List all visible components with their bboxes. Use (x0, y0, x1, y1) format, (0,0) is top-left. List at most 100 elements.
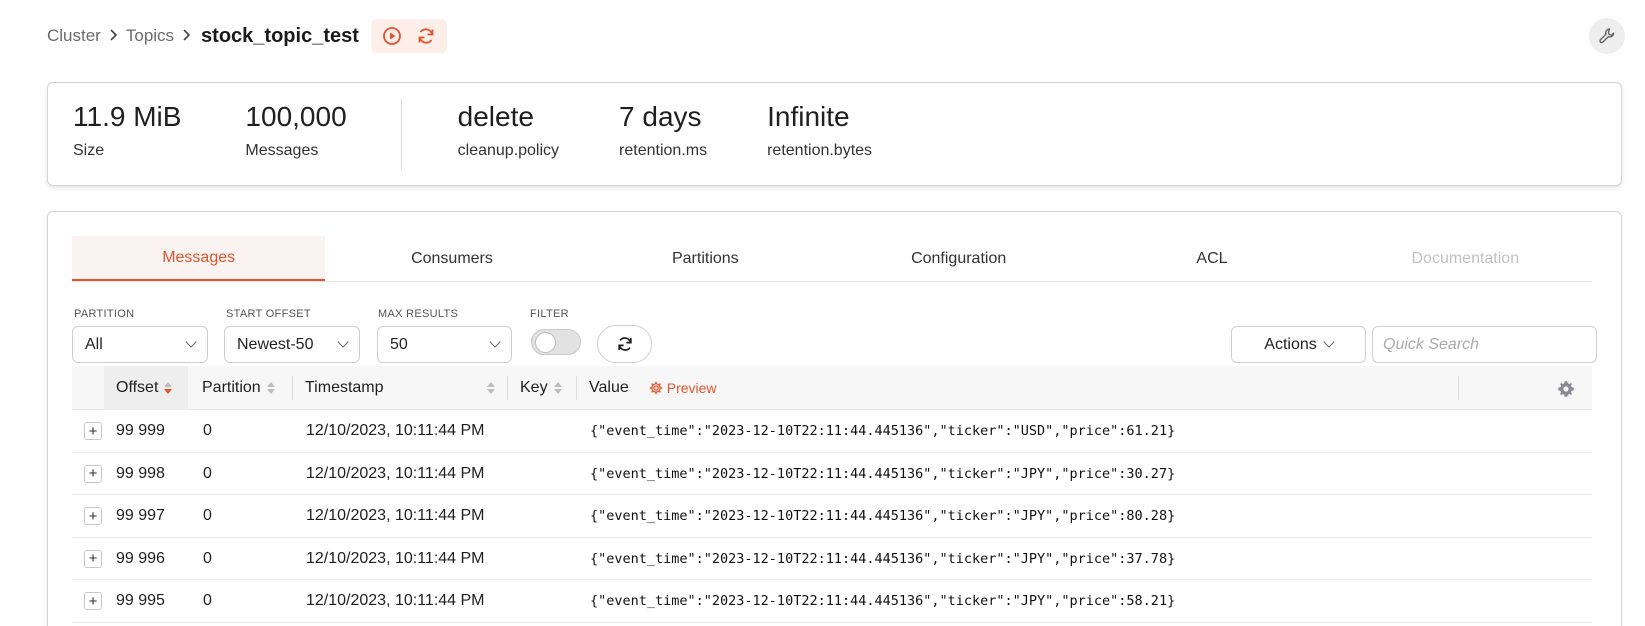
cell-partition: 0 (203, 549, 212, 567)
breadcrumb-topics[interactable]: Topics (126, 26, 174, 46)
cell-timestamp: 12/10/2023, 10:11:44 PM (306, 507, 485, 524)
column-settings-button[interactable] (1552, 375, 1580, 403)
stat-label: cleanup.policy (457, 141, 560, 159)
stat-value: delete (457, 101, 534, 132)
messages-table-header: Offset Partition Timestamp Key Value Pre… (72, 366, 1592, 410)
expand-row-button[interactable]: + (84, 507, 102, 525)
column-divider (507, 376, 508, 400)
preview-label: Preview (666, 380, 717, 396)
filter-label: FILTER (530, 308, 569, 320)
stat-value: Infinite (767, 101, 850, 132)
cell-partition: 0 (203, 592, 212, 609)
refresh-topic-button[interactable] (411, 21, 441, 51)
column-value: Value Preview (589, 366, 725, 410)
tab-documentation: Documentation (1411, 249, 1520, 267)
cell-timestamp: 12/10/2023, 10:11:44 PM (306, 592, 485, 609)
table-row[interactable]: + 99 997 0 12/10/2023, 10:11:44 PM {"eve… (72, 495, 1592, 538)
stat-messages: 100,000 Messages (245, 83, 346, 160)
stat-cleanup-policy: delete cleanup.policy (458, 83, 559, 160)
stat-label: retention.bytes (767, 141, 873, 159)
expand-row-button[interactable]: + (84, 549, 102, 568)
table-row[interactable]: + 99 998 0 12/10/2023, 10:11:44 PM {"eve… (72, 453, 1592, 495)
column-timestamp-label: Timestamp (305, 379, 384, 396)
cell-timestamp: 12/10/2023, 10:11:44 PM (306, 422, 485, 439)
produce-message-button[interactable] (377, 21, 407, 51)
stat-value: 7 days (619, 101, 702, 132)
column-offset[interactable]: Offset (104, 366, 188, 410)
start-offset-label: START OFFSET (226, 308, 311, 320)
tab-consumers[interactable]: Consumers (325, 236, 578, 281)
partition-select[interactable]: All (72, 326, 208, 363)
expand-row-button[interactable]: + (84, 422, 102, 440)
topic-details-card: Messages Consumers Partitions Configurat… (47, 211, 1622, 626)
topic-actions-group (370, 19, 447, 53)
column-partition-label: Partition (202, 379, 261, 396)
stat-retention-bytes: Infinite retention.bytes (767, 83, 872, 160)
tab-acl[interactable]: ACL (1085, 236, 1338, 281)
refresh-messages-button[interactable] (597, 325, 652, 363)
breadcrumb-cluster[interactable]: Cluster (47, 26, 101, 46)
tab-partitions[interactable]: Partitions (579, 236, 832, 281)
chevron-down-icon (185, 336, 197, 348)
stats-divider (400, 98, 402, 170)
cell-offset: 99 998 (116, 464, 165, 482)
column-offset-label: Offset (116, 379, 159, 396)
cell-offset: 99 997 (116, 507, 165, 524)
cell-offset: 99 996 (116, 549, 165, 567)
cell-offset: 99 995 (116, 592, 165, 609)
messages-table-body: + 99 999 0 12/10/2023, 10:11:44 PM {"eve… (72, 410, 1592, 623)
column-value-label: Value (589, 379, 629, 396)
gear-icon (1558, 381, 1574, 397)
topic-stats-card: 11.9 MiB Size 100,000 Messages delete cl… (47, 82, 1622, 186)
preview-button[interactable]: Preview (641, 376, 725, 400)
page-header: Cluster Topics stock_topic_test (47, 18, 1625, 54)
chevron-right-icon (109, 28, 118, 45)
stat-value: 100,000 (245, 101, 347, 132)
chevron-down-icon (489, 336, 501, 348)
column-divider (576, 376, 577, 400)
sort-icon (266, 382, 275, 394)
stat-label: Size (73, 141, 105, 159)
expand-row-button[interactable]: + (84, 592, 102, 610)
table-row[interactable]: + 99 996 0 12/10/2023, 10:11:44 PM {"eve… (72, 538, 1592, 580)
max-results-select-value: 50 (390, 335, 408, 353)
filter-toggle[interactable] (531, 329, 581, 355)
cell-value: {"event_time":"2023-12-10T22:11:44.44513… (590, 550, 1176, 567)
column-partition[interactable]: Partition (202, 366, 275, 410)
column-divider (1458, 376, 1459, 400)
cell-timestamp: 12/10/2023, 10:11:44 PM (306, 549, 485, 567)
cell-partition: 0 (203, 422, 212, 439)
stat-retention-ms: 7 days retention.ms (619, 83, 707, 160)
max-results-select[interactable]: 50 (377, 326, 512, 363)
sort-icon (164, 382, 173, 394)
cell-offset: 99 999 (116, 422, 165, 439)
cell-value: {"event_time":"2023-12-10T22:11:44.44513… (590, 593, 1176, 609)
column-key[interactable]: Key (520, 366, 562, 410)
column-key-label: Key (520, 379, 548, 396)
column-timestamp[interactable]: Timestamp (305, 366, 495, 410)
partition-label: PARTITION (74, 308, 135, 320)
chevron-down-icon (337, 336, 349, 348)
cell-value: {"event_time":"2023-12-10T22:11:44.44513… (590, 423, 1176, 439)
refresh-icon (617, 337, 632, 351)
table-row[interactable]: + 99 999 0 12/10/2023, 10:11:44 PM {"eve… (72, 410, 1592, 453)
expand-row-button[interactable]: + (84, 464, 102, 483)
sort-icon (487, 382, 495, 394)
quick-search-input[interactable] (1372, 326, 1597, 363)
start-offset-select[interactable]: Newest-50 (224, 326, 360, 363)
settings-button[interactable] (1589, 18, 1625, 54)
stat-label: retention.ms (619, 141, 708, 159)
actions-dropdown[interactable]: Actions (1231, 326, 1366, 363)
tab-configuration[interactable]: Configuration (832, 236, 1085, 281)
chevron-down-icon (1323, 336, 1335, 348)
cell-value: {"event_time":"2023-12-10T22:11:44.44513… (590, 465, 1176, 482)
cell-partition: 0 (203, 507, 212, 524)
table-row[interactable]: + 99 995 0 12/10/2023, 10:11:44 PM {"eve… (72, 580, 1592, 623)
toggle-knob (535, 332, 556, 353)
chevron-right-icon (182, 28, 191, 45)
topic-tabs: Messages Consumers Partitions Configurat… (72, 236, 1592, 282)
tab-messages[interactable]: Messages (72, 236, 326, 281)
cell-value: {"event_time":"2023-12-10T22:11:44.44513… (590, 508, 1176, 524)
stat-value: 11.9 MiB (73, 101, 182, 132)
page-title: stock_topic_test (201, 24, 359, 47)
